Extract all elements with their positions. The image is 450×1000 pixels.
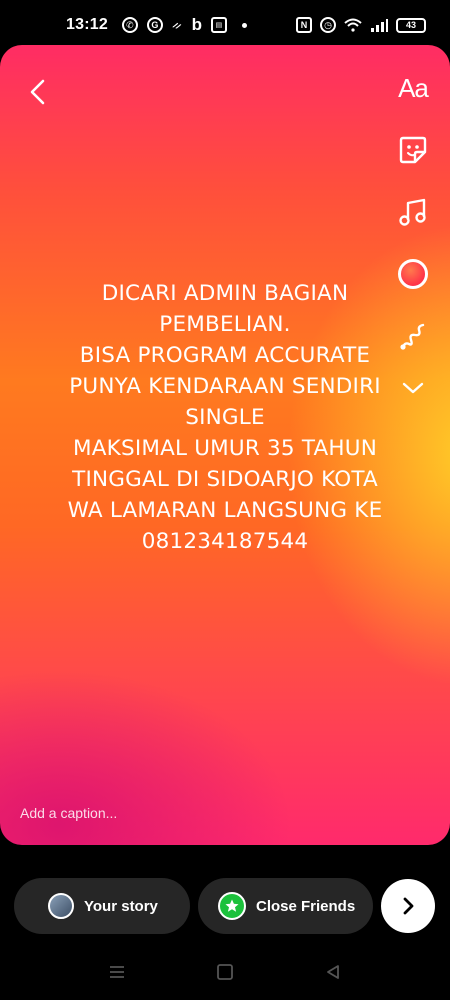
triangle-back-icon xyxy=(327,965,339,979)
share-bar: Your story Close Friends xyxy=(0,878,450,936)
g-icon: G xyxy=(146,17,163,33)
news-icon: ▤ xyxy=(210,17,227,33)
notification-icons: ✆ G ᨀ b ▤ xyxy=(121,15,247,35)
signal-icon xyxy=(371,19,388,32)
alarm-icon: ◷ xyxy=(320,17,336,33)
back-button[interactable] xyxy=(22,75,56,109)
status-bar: 13:12 ✆ G ᨀ b ▤ N ◷ 43 xyxy=(0,0,450,50)
wifi-icon xyxy=(344,18,362,32)
back-nav-button[interactable] xyxy=(323,962,343,982)
your-story-label: Your story xyxy=(84,897,158,915)
home-button[interactable] xyxy=(215,962,235,982)
square-icon xyxy=(217,964,233,980)
story-text-line: PEMBELIAN. xyxy=(159,312,291,337)
story-text-line: DICARI ADMIN BAGIAN xyxy=(101,281,349,306)
story-canvas[interactable]: Aa DICARI ADMIN BAGIAN PEMBELIAN. BISA P… xyxy=(0,45,450,845)
story-text-line: BISA PROGRAM ACCURATE xyxy=(79,343,371,368)
story-text-line: PUNYA KENDARAAN SENDIRI xyxy=(69,374,381,399)
status-time: 13:12 xyxy=(66,16,108,33)
story-text-sticker[interactable]: DICARI ADMIN BAGIAN PEMBELIAN. BISA PROG… xyxy=(0,278,450,557)
music-icon xyxy=(399,198,426,226)
text-tool-button[interactable]: Aa xyxy=(396,71,430,105)
sticker-icon xyxy=(399,136,427,164)
b-icon: b xyxy=(191,15,202,34)
story-text-line: MAKSIMAL UMUR 35 TAHUN xyxy=(73,436,377,461)
story-text-line: TINGGAL DI SIDOARJO KOTA xyxy=(72,467,378,492)
chevron-left-icon xyxy=(30,79,45,105)
whatsapp-icon: ✆ xyxy=(121,17,138,33)
caption-input[interactable]: Add a caption... xyxy=(20,805,117,821)
system-nav-bar xyxy=(0,950,450,994)
your-story-button[interactable]: Your story xyxy=(14,878,190,934)
menu-icon xyxy=(110,966,124,978)
text-tool-icon: Aa xyxy=(398,72,429,103)
chevron-right-icon xyxy=(403,897,414,915)
snapchat-icon: ᨀ xyxy=(171,17,183,32)
more-notifications-dot-icon xyxy=(241,22,247,28)
close-friends-button[interactable]: Close Friends xyxy=(198,878,373,934)
next-button[interactable] xyxy=(381,879,435,933)
story-text-line: WA LAMARAN LANGSUNG KE xyxy=(67,498,383,523)
sticker-button[interactable] xyxy=(396,133,430,167)
nfc-icon: N xyxy=(296,17,312,33)
battery-level: 43 xyxy=(405,20,416,30)
star-icon xyxy=(218,892,246,920)
close-friends-label: Close Friends xyxy=(256,897,356,915)
avatar xyxy=(48,893,74,919)
system-icons: N ◷ 43 xyxy=(296,17,426,33)
story-text-line: SINGLE xyxy=(185,405,265,430)
story-text-line: 081234187544 xyxy=(141,529,309,554)
battery-icon: 43 xyxy=(396,17,426,33)
recent-apps-button[interactable] xyxy=(107,962,127,982)
music-button[interactable] xyxy=(396,195,430,229)
